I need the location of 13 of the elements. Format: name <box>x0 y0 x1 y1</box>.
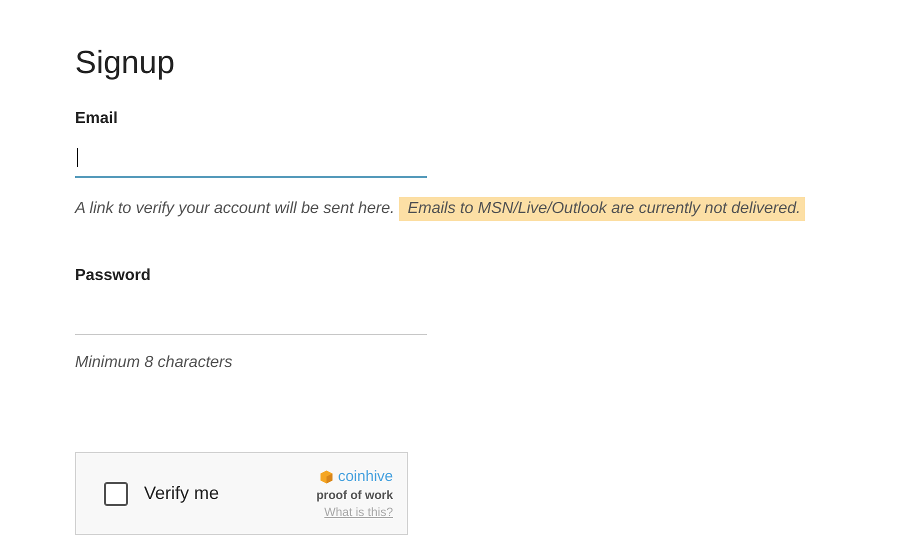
verify-checkbox[interactable] <box>104 482 128 506</box>
brand-name: coinhive <box>338 468 393 485</box>
page-title: Signup <box>75 43 176 82</box>
field-label: Password <box>75 267 152 285</box>
warning-notice: Emails to MSN/Live/Outlook are currently not delivered. <box>398 197 805 221</box>
tagline: proof of work <box>316 488 393 502</box>
checkbox-label: Verify me <box>144 483 220 504</box>
text-cursor <box>77 148 78 167</box>
what-is-this-link[interactable]: What is this? <box>324 505 393 519</box>
field-hint: Minimum 8 characters <box>75 354 232 372</box>
field-hint: A link to verify your account will be sent here. <box>75 200 395 218</box>
field-label: Email <box>75 110 119 128</box>
cube-icon <box>320 470 333 484</box>
